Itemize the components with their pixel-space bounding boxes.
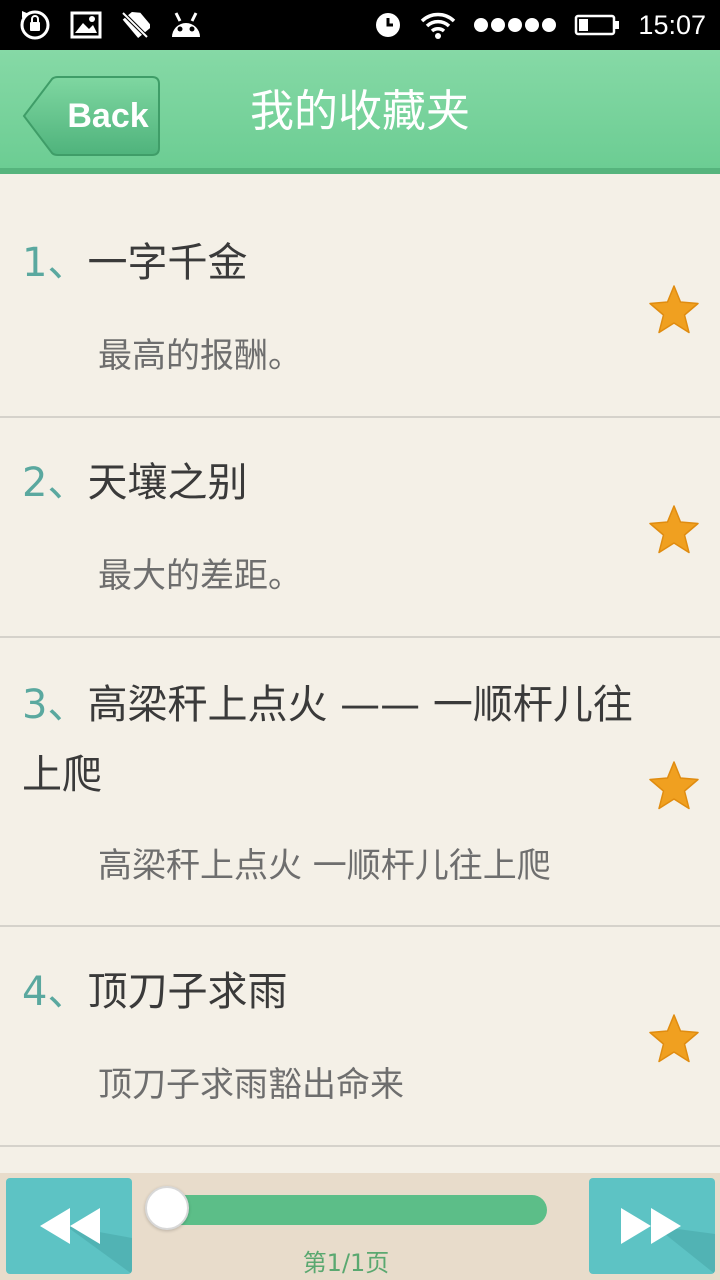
item-title-text: 高梁秆上点火 —— 一顺杆儿往上爬 [22, 682, 633, 798]
list-item[interactable]: 1、一字千金 最高的报酬。 [0, 180, 720, 418]
item-title: 1、一字千金 [22, 228, 632, 298]
item-number: 2、 [22, 460, 88, 506]
slider-thumb[interactable] [145, 1186, 189, 1230]
item-title: 3、高梁秆上点火 —— 一顺杆儿往上爬 [22, 670, 642, 810]
list-item[interactable]: 3、高梁秆上点火 —— 一顺杆儿往上爬 高梁秆上点火 一顺杆儿往上爬 [0, 638, 720, 927]
sync-lock-icon [18, 8, 52, 42]
previous-page-button[interactable] [6, 1178, 132, 1274]
battery-icon [574, 13, 620, 37]
item-title: 2、天壤之别 [22, 448, 632, 518]
pagination-bar: 第1/1页 [0, 1173, 720, 1280]
item-description: 高梁秆上点火 一顺杆儿往上爬 [98, 846, 551, 886]
item-number: 4、 [22, 969, 88, 1015]
item-title-text: 一字千金 [87, 240, 248, 286]
status-bar: 15:07 [0, 0, 720, 50]
favorite-star-icon[interactable] [648, 284, 700, 336]
item-number: 1、 [22, 240, 88, 286]
page-slider[interactable] [145, 1186, 547, 1230]
next-page-button[interactable] [589, 1178, 715, 1274]
wifi-icon [420, 11, 456, 39]
fast-forward-icon [621, 1208, 715, 1274]
signal-dots-icon [474, 18, 557, 32]
rewind-icon [40, 1208, 132, 1274]
no-sim-icon [120, 10, 150, 40]
item-description: 最高的报酬。 [98, 336, 302, 376]
item-description: 顶刀子求雨豁出命来 [98, 1065, 404, 1105]
item-title: 4、顶刀子求雨 [22, 957, 632, 1027]
back-button-label: Back [67, 96, 149, 135]
back-button[interactable]: Back [22, 76, 160, 156]
title-bar: 我的收藏夹 Back [0, 50, 720, 174]
favorite-star-icon[interactable] [648, 504, 700, 556]
favorite-star-icon[interactable] [648, 760, 700, 812]
item-number: 3、 [22, 682, 88, 728]
item-description: 最大的差距。 [98, 556, 302, 596]
slider-track [155, 1195, 547, 1225]
favorites-list: 1、一字千金 最高的报酬。 2、天壤之别 最大的差距。 3、高梁秆上点火 —— … [0, 180, 720, 1173]
favorite-star-icon[interactable] [648, 1013, 700, 1065]
clock-time: 15:07 [638, 9, 706, 40]
image-icon [70, 11, 102, 39]
item-title-text: 天壤之别 [87, 460, 248, 506]
list-item[interactable]: 4、顶刀子求雨 顶刀子求雨豁出命来 [0, 927, 720, 1147]
list-item[interactable]: 2、天壤之别 最大的差距。 [0, 418, 720, 638]
item-title-text: 顶刀子求雨 [87, 969, 288, 1015]
android-icon [168, 11, 204, 39]
alarm-clock-icon [374, 11, 402, 39]
page-indicator: 第1/1页 [302, 1249, 390, 1277]
